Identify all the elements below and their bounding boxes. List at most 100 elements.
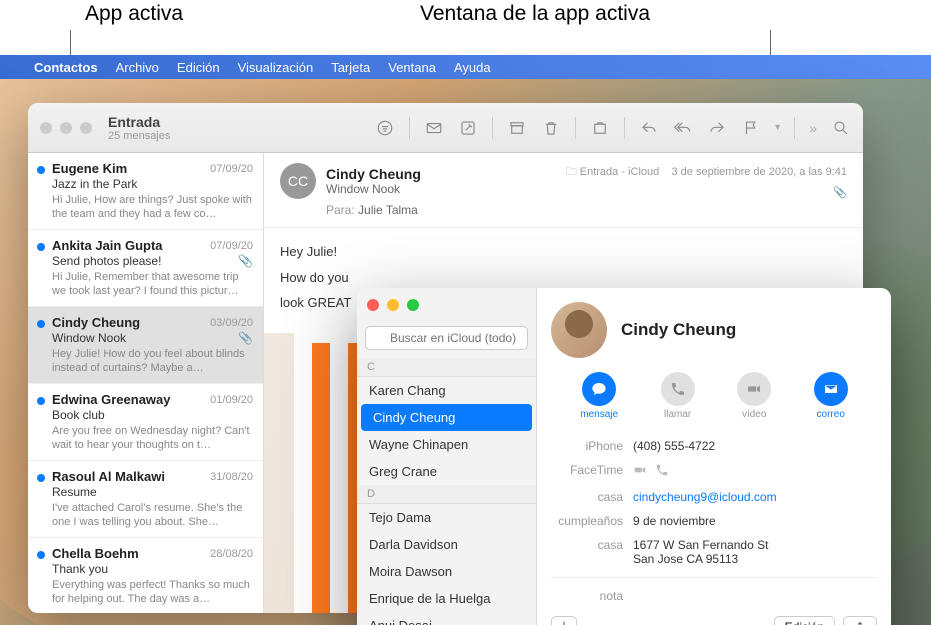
contact-card-header: Cindy Cheung xyxy=(551,302,877,358)
mail-item-preview: Hi Julie, How are things? Just spoke wit… xyxy=(52,193,253,221)
search-icon[interactable] xyxy=(831,118,851,138)
mail-body-line1: Hey Julie! xyxy=(280,242,847,262)
mail-from: Cindy Cheung xyxy=(326,166,556,182)
zoom-button[interactable] xyxy=(407,299,419,311)
sender-avatar: CC xyxy=(280,163,316,199)
edit-button[interactable]: Edición xyxy=(774,616,835,625)
filter-icon[interactable] xyxy=(375,118,395,138)
forward-icon[interactable] xyxy=(707,118,727,138)
contact-list-item[interactable]: Cindy Cheung xyxy=(361,404,532,431)
menubar-item-edicion[interactable]: Edición xyxy=(177,60,220,75)
mail-item-preview: Hey Julie! How do you feel about blinds … xyxy=(52,347,253,375)
toolbar-divider xyxy=(794,117,795,139)
trash-icon[interactable] xyxy=(541,118,561,138)
envelope-icon[interactable] xyxy=(424,118,444,138)
mail-item-preview: Are you free on Wednesday night? Can't w… xyxy=(52,424,253,452)
flag-icon[interactable] xyxy=(741,118,761,138)
detail-phone-value[interactable]: (408) 555-4722 xyxy=(633,439,877,453)
contact-list-item[interactable]: Anuj Desai xyxy=(357,612,536,625)
detail-note-value[interactable] xyxy=(633,589,877,603)
mail-item-subject: Jazz in the Park xyxy=(52,177,137,191)
detail-address-value[interactable]: 1677 W San Fernando St San Jose CA 95113 xyxy=(633,538,877,566)
mail-item-date: 28/08/20 xyxy=(210,548,253,560)
mail-subtitle: 25 mensajes xyxy=(108,130,170,142)
more-icon[interactable]: » xyxy=(809,120,817,136)
mail-item-subject: Window Nook xyxy=(52,331,126,345)
menubar-item-visualizacion[interactable]: Visualización xyxy=(238,60,314,75)
menubar-item-ayuda[interactable]: Ayuda xyxy=(454,60,491,75)
facetime-audio-icon[interactable] xyxy=(655,463,669,480)
contact-photo[interactable] xyxy=(551,302,607,358)
reply-all-icon[interactable] xyxy=(673,118,693,138)
address-line1: 1677 W San Fernando St xyxy=(633,538,877,552)
close-button[interactable] xyxy=(367,299,379,311)
toolbar-divider xyxy=(575,117,576,139)
mail-item-date: 03/09/20 xyxy=(210,317,253,329)
contact-list-item[interactable]: Wayne Chinapen xyxy=(357,431,536,458)
search-input[interactable] xyxy=(365,326,528,350)
contacts-list[interactable]: CKaren ChangCindy CheungWayne ChinapenGr… xyxy=(357,358,536,625)
mail-list-item[interactable]: Eugene Kim07/09/20Jazz in the ParkHi Jul… xyxy=(28,153,263,230)
mail-item-subject: Send photos please! xyxy=(52,254,161,268)
mail-item-date: 07/09/20 xyxy=(210,163,253,175)
contact-list-item[interactable]: Darla Davidson xyxy=(357,531,536,558)
compose-icon[interactable] xyxy=(458,118,478,138)
detail-note: nota xyxy=(551,584,877,608)
annotation-active-app: App activa xyxy=(85,2,183,26)
mail-item-preview: Hi Julie, Remember that awesome trip we … xyxy=(52,270,253,298)
contact-list-item[interactable]: Tejo Dama xyxy=(357,504,536,531)
mail-list-item[interactable]: Rasoul Al Malkawi31/08/20ResumeI've atta… xyxy=(28,461,263,538)
contacts-search: 🔍 xyxy=(357,322,536,358)
contact-list-item[interactable]: Moira Dawson xyxy=(357,558,536,585)
contacts-sidebar: 🔍 CKaren ChangCindy CheungWayne Chinapen… xyxy=(357,288,537,625)
share-button[interactable] xyxy=(843,616,877,625)
contact-details: iPhone (408) 555-4722 FaceTime casa cind… xyxy=(551,434,877,608)
desktop: Contactos Archivo Edición Visualización … xyxy=(0,55,931,625)
mail-list-item[interactable]: Ankita Jain Gupta 07/09/20 Send photos ple… xyxy=(28,230,263,307)
toolbar-divider xyxy=(409,117,410,139)
reply-icon[interactable] xyxy=(639,118,659,138)
contact-list-item[interactable]: Enrique de la Huelga xyxy=(357,585,536,612)
mail-toolbar: ▾ » xyxy=(375,117,851,139)
zoom-button[interactable] xyxy=(80,122,92,134)
add-contact-button[interactable]: + xyxy=(551,616,577,625)
menubar-item-tarjeta[interactable]: Tarjeta xyxy=(331,60,370,75)
detail-facetime-icons xyxy=(633,463,877,480)
mail-item-preview: I've attached Carol's resume. She's the … xyxy=(52,501,253,529)
mail-item-sender: Ankita Jain Gupta xyxy=(52,238,163,253)
mail-body-line2: How do you xyxy=(280,270,349,285)
mail-item-date: 07/09/20 xyxy=(210,240,253,252)
mail-list-item[interactable]: Edwina Greenaway01/09/20Book clubAre you… xyxy=(28,384,263,461)
chevron-down-icon[interactable]: ▾ xyxy=(775,122,780,133)
detail-birthday-value: 9 de noviembre xyxy=(633,514,877,528)
attachment-icon: 📎 xyxy=(238,331,253,345)
minimize-button[interactable] xyxy=(387,299,399,311)
archive-icon[interactable] xyxy=(507,118,527,138)
detail-phone-label: iPhone xyxy=(551,439,633,453)
mail-message-list[interactable]: Eugene Kim07/09/20Jazz in the ParkHi Jul… xyxy=(28,153,264,613)
contact-list-item[interactable]: Karen Chang xyxy=(357,377,536,404)
contact-list-item[interactable]: Greg Crane xyxy=(357,458,536,485)
mail-titlebar: Entrada 25 mensajes ▾ » xyxy=(28,103,863,153)
annotation-active-window: Ventana de la app activa xyxy=(420,2,650,26)
menubar-item-ventana[interactable]: Ventana xyxy=(388,60,436,75)
mail-traffic-lights xyxy=(40,122,92,134)
minimize-button[interactable] xyxy=(60,122,72,134)
action-call-label: llamar xyxy=(664,409,691,420)
mail-list-item[interactable]: Chella Boehm28/08/20Thank youEverything … xyxy=(28,538,263,613)
menubar-item-archivo[interactable]: Archivo xyxy=(116,60,159,75)
contacts-window: 🔍 CKaren ChangCindy CheungWayne Chinapen… xyxy=(357,288,891,625)
close-button[interactable] xyxy=(40,122,52,134)
menubar-app-name[interactable]: Contactos xyxy=(34,60,98,75)
action-message[interactable]: mensaje xyxy=(580,372,618,420)
mail-list-item[interactable]: Cindy Cheung03/09/20Window Nook📎Hey Juli… xyxy=(28,307,263,384)
detail-address: casa 1677 W San Fernando St San Jose CA … xyxy=(551,533,877,571)
action-mail-label: correo xyxy=(817,409,845,420)
action-video[interactable]: vídeo xyxy=(737,372,771,420)
toolbar-divider xyxy=(624,117,625,139)
action-call[interactable]: llamar xyxy=(661,372,695,420)
detail-email-value[interactable]: cindycheung9@icloud.com xyxy=(633,490,877,504)
action-mail[interactable]: correo xyxy=(814,372,848,420)
junk-icon[interactable] xyxy=(590,118,610,138)
facetime-video-icon[interactable] xyxy=(633,463,647,480)
